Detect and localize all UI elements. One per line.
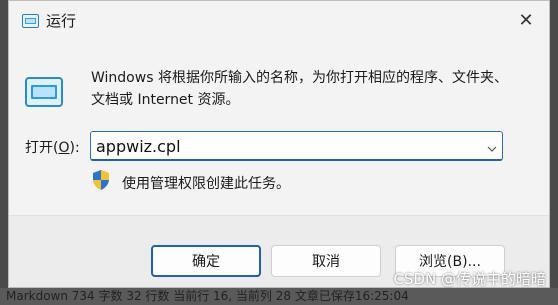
open-input[interactable]: appwiz.cpl [96,137,181,156]
close-icon: ✕ [518,9,534,31]
title-bar[interactable]: 运行 ✕ [9,1,549,39]
open-combobox[interactable]: appwiz.cpl [90,131,503,161]
ok-button[interactable]: 确定 [151,245,261,277]
cancel-button[interactable]: 取消 [271,245,381,277]
close-button[interactable]: ✕ [503,1,549,39]
window-title: 运行 [46,12,77,30]
description-text: Windows 将根据你所输入的名称，为你打开相应的程序、文件夹、文档或 Int… [91,70,508,108]
chevron-down-icon[interactable] [486,140,498,152]
run-dialog-icon [25,77,63,107]
run-dialog-icon [22,13,39,28]
editor-status-bar: Markdown 734 字数 32 行数 当前行 16, 当前列 28 文章已… [0,288,558,305]
open-label-accelerator: O [58,140,70,156]
open-label: 打开(O): [25,140,80,156]
uac-shield-icon [91,169,111,191]
watermark: CSDN @传说中的暗暗 [393,270,546,288]
admin-privilege-note: 使用管理权限创建此任务。 [122,176,290,192]
run-dialog: 运行 ✕ Windows 将根据你所输入的名称，为你打开相应的程序、文件夹、文档… [8,0,550,288]
status-text: Markdown 734 字数 32 行数 当前行 16, 当前列 28 文章已… [6,289,409,303]
